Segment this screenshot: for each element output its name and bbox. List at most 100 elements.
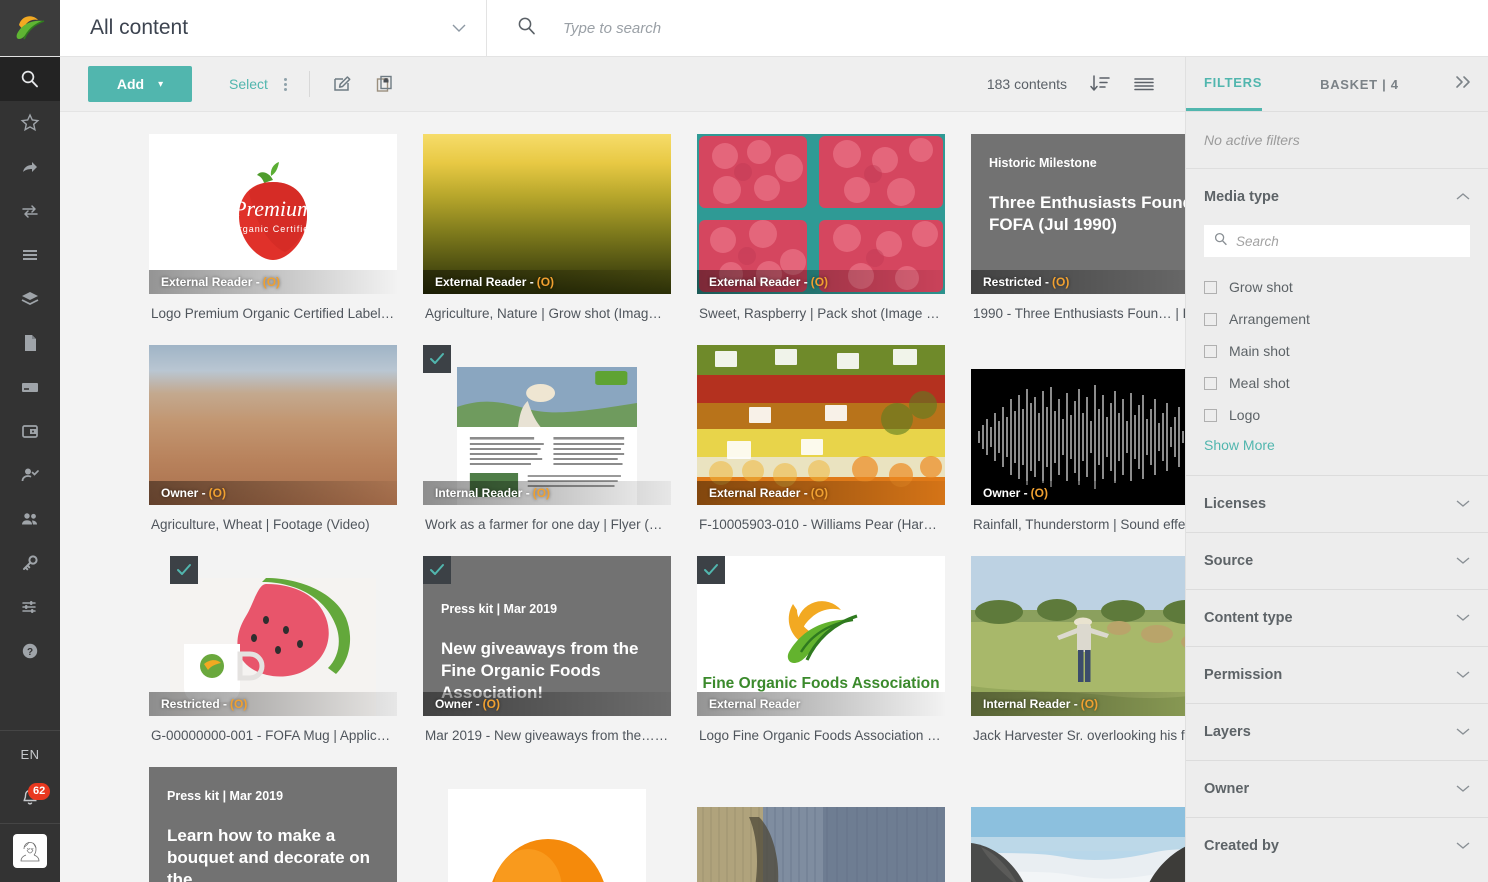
permission-badge: Internal Reader - (O) [971,692,1185,716]
tab-filters[interactable]: FILTERS [1186,57,1263,111]
rail-item-documents[interactable] [0,321,60,365]
rail-item-lists[interactable] [0,233,60,277]
card-caption: Logo Fine Organic Foods Association (F… [699,728,945,743]
rail-item-permissions[interactable] [0,541,60,585]
filter-group-header[interactable]: Licenses [1204,476,1470,532]
checkbox[interactable] [1204,376,1217,390]
content-card[interactable]: External Reader - (O) Sweet, Raspberry |… [697,134,945,321]
card-thumbnail[interactable]: External Reader - (O) [697,134,945,294]
card-checkbox[interactable] [170,556,198,584]
filter-option-meal-shot[interactable]: Meal shot [1204,367,1470,399]
add-button[interactable]: Add ▾ [88,66,192,102]
content-card[interactable]: Owner - (O) Rainfall, Thunderstorm | Sou… [971,345,1185,532]
content-card[interactable]: Press kit | Mar 2019 Learn how to make a… [149,767,397,882]
notifications-button[interactable]: 62 [0,777,60,823]
content-card[interactable] [971,767,1185,882]
card-thumbnail[interactable]: Press kit | Mar 2019 New giveaways from … [423,556,671,716]
tab-basket[interactable]: BASKET | 4 [1320,57,1399,111]
more-options-icon[interactable] [283,77,287,91]
filter-option-grow-shot[interactable]: Grow shot [1204,271,1470,303]
rail-item-users[interactable] [0,497,60,541]
filter-group-header[interactable]: Owner [1204,761,1470,817]
filter-group-header[interactable]: Created by [1204,818,1470,874]
card-caption: 1990 - Three Enthusiasts Foun… | Histori… [973,306,1185,321]
card-thumbnail[interactable] [423,789,671,882]
card-thumbnail[interactable]: External Reader - (O) [423,134,671,294]
content-card[interactable]: Premium Organic Certified External Reade… [149,134,397,321]
card-thumbnail[interactable] [971,807,1185,882]
content-grid-wrapper[interactable]: Premium Organic Certified External Reade… [60,112,1185,882]
content-card[interactable]: Owner - (O) Agriculture, Wheat | Footage… [149,345,397,532]
checkbox[interactable] [1204,280,1217,294]
card-checkbox[interactable] [423,556,451,584]
checkbox[interactable] [1204,312,1217,326]
rail-item-approvals[interactable] [0,453,60,497]
rail-item-share[interactable] [0,145,60,189]
card-thumbnail[interactable]: Restricted - (O) [149,578,397,716]
filter-group-media-type: Media type Grow shot Arr [1186,169,1488,476]
card-checkbox[interactable] [423,345,451,373]
filter-search[interactable] [1204,225,1470,257]
content-card[interactable] [697,767,945,882]
card-checkbox[interactable] [697,556,725,584]
card-thumbnail[interactable]: Internal Reader - (O) [423,367,671,505]
avatar[interactable] [13,834,47,868]
rail-item-settings[interactable] [0,585,60,629]
list-view-icon[interactable] [1133,74,1155,94]
content-card[interactable]: Fine Organic Foods Association External … [697,556,945,743]
filter-option-logo[interactable]: Logo [1204,399,1470,431]
rail-item-favourites[interactable] [0,101,60,145]
content-card[interactable]: Restricted - (O) G-00000000-001 - FOFA M… [149,556,397,743]
card-thumbnail[interactable]: Internal Reader - (O) [971,556,1185,716]
svg-text:Fine Organic Foods Association: Fine Organic Foods Association [702,675,939,692]
content-card[interactable]: Historic Milestone Three Enthusiasts Fou… [971,134,1185,321]
checkbox[interactable] [1204,344,1217,358]
rail-item-help[interactable]: ? [0,629,60,673]
card-thumbnail[interactable]: Owner - (O) [971,369,1185,505]
card-thumbnail[interactable] [697,807,945,882]
app-logo[interactable] [0,0,60,56]
card-thumbnail[interactable]: Historic Milestone Three Enthusiasts Fou… [971,134,1185,294]
card-thumbnail[interactable]: Press kit | Mar 2019 Learn how to make a… [149,767,397,882]
card-thumbnail[interactable]: External Reader - (O) [697,345,945,505]
rail-item-cards[interactable] [0,365,60,409]
content-scope-selector[interactable]: All content [60,0,487,56]
filter-group-header[interactable]: Media type [1204,169,1470,225]
select-button[interactable]: Select [229,76,268,92]
filter-option-arrangement[interactable]: Arrangement [1204,303,1470,335]
content-card[interactable]: External Reader - (O) F-10005903-010 - W… [697,345,945,532]
content-card[interactable]: Press kit | Mar 2019 New giveaways from … [423,556,671,743]
sort-descending-icon[interactable] [1089,74,1111,94]
filter-group-header[interactable]: Layers [1204,704,1470,760]
card-thumbnail[interactable]: Premium Organic Certified External Reade… [149,134,397,294]
permission-value: (O) [810,486,829,500]
edit-icon[interactable] [332,74,353,95]
filter-search-input[interactable] [1236,233,1460,249]
card-thumbnail[interactable]: Owner - (O) [149,345,397,505]
card-thumbnail[interactable]: Fine Organic Foods Association External … [697,556,945,716]
checkbox[interactable] [1204,408,1217,422]
search-input[interactable] [563,19,983,37]
show-more-link[interactable]: Show More [1204,437,1275,453]
permission-label: Restricted - [983,275,1050,289]
rail-item-wallet[interactable] [0,409,60,453]
content-card[interactable]: External Reader - (O) Agriculture, Natur… [423,134,671,321]
rail-item-transfer[interactable] [0,189,60,233]
language-selector[interactable]: EN [0,731,60,777]
filter-group-header[interactable]: Source [1204,533,1470,589]
global-search[interactable] [487,0,1488,56]
copy-to-clipboard-icon[interactable] [375,74,396,95]
filter-group-title: Source [1204,553,1254,569]
wallet-icon [20,421,40,441]
rail-item-layers[interactable] [0,277,60,321]
content-card[interactable]: Internal Reader - (O) Work as a farmer f… [423,345,671,532]
content-card[interactable]: Internal Reader - (O) Jack Harvester Sr.… [971,556,1185,743]
filter-group-header[interactable]: Content type [1204,590,1470,646]
rail-item-search[interactable] [0,57,60,101]
filter-option-main-shot[interactable]: Main shot [1204,335,1470,367]
filter-group-header[interactable]: Permission [1204,647,1470,703]
filter-group-title: Created by [1204,838,1279,854]
chevron-down-icon[interactable] [452,21,466,36]
content-card[interactable] [423,767,671,882]
expand-panel-icon[interactable] [1454,75,1472,94]
